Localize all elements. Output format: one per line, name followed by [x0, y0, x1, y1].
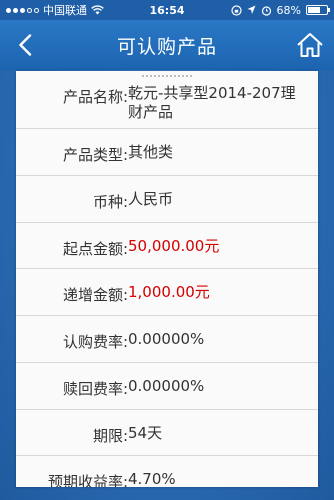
detail-row-value: 其他类	[128, 143, 174, 161]
status-bar: 中国联通 16:54 68%	[0, 0, 334, 20]
chevron-left-icon	[19, 34, 32, 56]
detail-row-label: 递增金额:	[62, 286, 128, 304]
detail-row-value: 1,000.00元	[128, 283, 210, 301]
detail-row: 产品类型: 其他类	[16, 129, 318, 176]
detail-row-value: 54天	[128, 424, 163, 442]
detail-row-value: 乾元-共享型2014-207理财产品	[128, 84, 296, 121]
detail-row-value: 0.00000%	[128, 330, 205, 348]
detail-row-label: 赎回费率:	[62, 380, 128, 398]
carrier-name: 中国联通	[43, 4, 87, 17]
detail-row: 产品名称: 乾元-共享型2014-207理财产品	[16, 79, 318, 129]
page-title: 可认购产品	[116, 35, 217, 58]
detail-row-label: 认购费率:	[62, 333, 128, 351]
detail-row: 认购费率: 0.00000%	[16, 316, 318, 363]
home-button[interactable]	[294, 29, 326, 61]
detail-row: 币种: 人民币	[16, 176, 318, 223]
detail-row-value: 0.00000%	[128, 377, 205, 395]
detail-row: 预期收益率: 4.70%	[16, 456, 318, 487]
detail-row: 起点金额: 50,000.00元	[16, 223, 318, 269]
wifi-icon	[91, 5, 104, 15]
detail-row: 期限: 54天	[16, 410, 318, 456]
detail-row-label: 币种:	[92, 193, 128, 211]
detail-row-value: 人民币	[128, 190, 174, 208]
alarm-icon	[261, 5, 271, 16]
location-icon	[247, 5, 256, 14]
detail-row-label: 期限:	[92, 427, 128, 445]
detail-row-label: 起点金额:	[62, 240, 128, 258]
detail-row-label: 预期收益率:	[47, 473, 128, 487]
product-detail-card[interactable]: 产品名称: 乾元-共享型2014-207理财产品 产品类型: 其他类 币种: 人民币 起点金…	[16, 71, 318, 487]
detail-row-value: 50,000.00元	[128, 237, 220, 255]
detail-row: 递增金额: 1,000.00元	[16, 269, 318, 316]
detail-row-label: 产品名称:	[62, 88, 128, 106]
detail-row-value: 4.70%	[128, 470, 176, 487]
nav-bar: 可认购产品	[0, 20, 334, 70]
home-icon	[297, 33, 323, 57]
battery-percent: 68%	[276, 3, 301, 17]
battery-icon	[306, 5, 330, 15]
signal-strength-icon	[6, 7, 39, 13]
detail-row-label: 产品类型:	[62, 146, 128, 164]
back-button[interactable]	[10, 30, 40, 60]
rotation-lock-icon	[230, 4, 242, 16]
detail-row: 赎回费率: 0.00000%	[16, 363, 318, 410]
